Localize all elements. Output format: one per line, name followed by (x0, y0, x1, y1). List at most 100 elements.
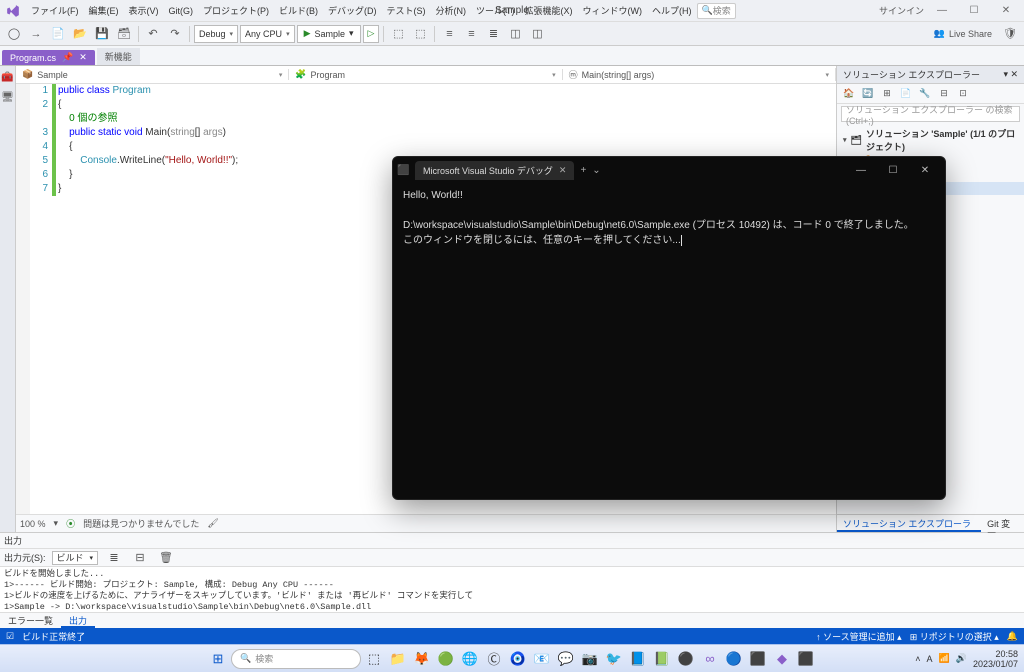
menu-edit[interactable]: 編集(E) (84, 4, 124, 17)
tab-error-list[interactable]: エラー一覧 (0, 613, 61, 628)
save-all-button[interactable]: 🗃 (114, 24, 134, 44)
crumb-project[interactable]: 📦 Sample (16, 69, 289, 80)
taskbar-app-4[interactable]: 🌐 (459, 648, 481, 670)
console-titlebar[interactable]: ⬛ Microsoft Visual Studio デバッグ ✕ + ⌄ — ☐… (393, 157, 945, 183)
taskbar-app-15[interactable]: 🔵 (723, 648, 745, 670)
taskbar-app-5[interactable]: Ⓒ (483, 648, 505, 670)
se-btn7[interactable]: ⊡ (955, 86, 971, 102)
toolbar-btn-1[interactable]: ⬚ (388, 24, 408, 44)
menu-view[interactable]: 表示(V) (124, 4, 164, 17)
toolbar-btn-2[interactable]: ⬚ (410, 24, 430, 44)
taskbar-app-1[interactable]: 📁 (387, 648, 409, 670)
menu-git[interactable]: Git(G) (164, 6, 199, 16)
start-button[interactable]: ⊞ (207, 648, 229, 670)
tray-chevron-icon[interactable]: ˄ (915, 654, 920, 664)
crumb-class[interactable]: 🧩 Program (289, 69, 562, 80)
console-body[interactable]: Hello, World!! D:\workspace\visualstudio… (393, 183, 945, 499)
taskbar-search[interactable]: 🔍 検索 (231, 649, 361, 669)
config-combo[interactable]: Debug (194, 25, 238, 43)
console-close[interactable]: ✕ (909, 159, 941, 181)
menu-search[interactable]: 🔍 検索 (697, 3, 736, 19)
toolbar-btn-6[interactable]: ◫ (505, 24, 525, 44)
toolbar-btn-3[interactable]: ≡ (439, 24, 459, 44)
se-sync-button[interactable]: 🔄 (860, 86, 876, 102)
toolbox-button[interactable]: 🧰 (1, 70, 15, 84)
window-minimize[interactable]: — (928, 2, 956, 20)
taskbar-app-3[interactable]: 🟢 (435, 648, 457, 670)
se-btn6[interactable]: ⊟ (936, 86, 952, 102)
output-btn2[interactable]: ⊟ (130, 548, 150, 568)
taskbar-app-8[interactable]: 💬 (555, 648, 577, 670)
taskbar-app-18[interactable]: ⬛ (795, 648, 817, 670)
output-btn1[interactable]: ≣ (104, 548, 124, 568)
solution-search[interactable]: ソリューション エクスプローラー の検索 (Ctrl+;) (841, 106, 1020, 122)
crumb-method[interactable]: ⓜ Main(string[] args) (563, 68, 836, 81)
undo-button[interactable]: ↶ (143, 24, 163, 44)
toolbar-btn-7[interactable]: ◫ (527, 24, 547, 44)
server-explorer-button[interactable]: 🖥 (1, 90, 15, 104)
live-share-button[interactable]: 👥 Live Share (934, 28, 992, 39)
tray-volume-icon[interactable]: 🔊 (956, 653, 967, 664)
taskbar-app-11[interactable]: 📘 (627, 648, 649, 670)
nav-back-button[interactable]: ◯ (4, 24, 24, 44)
tab-git-changes[interactable]: Git 変更 (981, 515, 1024, 532)
window-maximize[interactable]: ☐ (960, 2, 988, 20)
se-btn5[interactable]: 🔧 (917, 86, 933, 102)
nav-fwd-button[interactable]: → (26, 24, 46, 44)
console-tab-close[interactable]: ✕ (559, 165, 567, 176)
taskbar-app-13[interactable]: ⚫ (675, 648, 697, 670)
menu-build[interactable]: ビルド(B) (274, 4, 323, 17)
taskbar-app-10[interactable]: 🐦 (603, 648, 625, 670)
window-close[interactable]: ✕ (992, 2, 1020, 20)
console-maximize[interactable]: ☐ (877, 159, 909, 181)
pin-icon[interactable]: 📌 (62, 52, 73, 63)
menu-file[interactable]: ファイル(F) (26, 4, 84, 17)
se-btn4[interactable]: 📄 (898, 86, 914, 102)
console-tab-menu[interactable]: ⌄ (592, 165, 600, 176)
run-button[interactable]: ▶Sample ▾ (297, 25, 361, 43)
taskbar-app-7[interactable]: 📧 (531, 648, 553, 670)
tree-solution-root[interactable]: ▾🗂 ソリューション 'Sample' (1/1 のプロジェクト) (837, 126, 1024, 154)
add-source-control[interactable]: ↑ ソース管理に追加 ▴ (816, 630, 902, 643)
open-button[interactable]: 📂 (70, 24, 90, 44)
menu-window[interactable]: ウィンドウ(W) (578, 4, 648, 17)
save-button[interactable]: 💾 (92, 24, 112, 44)
output-clear-button[interactable]: 🗑 (156, 548, 176, 568)
task-view-button[interactable]: ⬚ (363, 648, 385, 670)
platform-combo[interactable]: Any CPU (240, 25, 295, 43)
taskbar-app-14[interactable]: ∞ (699, 648, 721, 670)
se-home-button[interactable]: 🏠 (841, 86, 857, 102)
toolbar-btn-5[interactable]: ≣ (483, 24, 503, 44)
taskbar-app-17[interactable]: ◆ (771, 648, 793, 670)
zoom-combo[interactable]: 100 % (20, 519, 46, 529)
tray-ime-icon[interactable]: A (927, 654, 933, 664)
console-tab[interactable]: Microsoft Visual Studio デバッグ ✕ (415, 161, 574, 180)
tray-time[interactable]: 20:58 (973, 649, 1018, 659)
menu-project[interactable]: プロジェクト(P) (198, 4, 274, 17)
notification-bell-icon[interactable]: 🔔 (1007, 631, 1018, 642)
tab-program-cs[interactable]: Program.cs 📌 ✕ (2, 50, 95, 65)
breakpoint-gutter[interactable] (16, 84, 30, 514)
taskbar-app-9[interactable]: 📷 (579, 648, 601, 670)
toolbar-btn-4[interactable]: ≡ (461, 24, 481, 44)
menu-help[interactable]: ヘルプ(H) (647, 4, 697, 17)
taskbar-app-16[interactable]: ⬛ (747, 648, 769, 670)
close-tab-button[interactable]: ✕ (79, 52, 87, 63)
se-btn3[interactable]: ⊞ (879, 86, 895, 102)
new-file-button[interactable]: 📄 (48, 24, 68, 44)
signin-link[interactable]: サインイン (879, 4, 924, 17)
tab-output[interactable]: 出力 (61, 613, 95, 628)
tray-date[interactable]: 2023/01/07 (973, 659, 1018, 669)
taskbar-app-12[interactable]: 📗 (651, 648, 673, 670)
console-minimize[interactable]: — (845, 159, 877, 181)
taskbar-app-2[interactable]: 🦊 (411, 648, 433, 670)
tab-whatsnew[interactable]: 新機能 (97, 48, 140, 65)
repo-select[interactable]: ⊞ リポジトリの選択 ▴ (910, 630, 999, 643)
menu-test[interactable]: テスト(S) (382, 4, 431, 17)
menu-analyze[interactable]: 分析(N) (431, 4, 472, 17)
output-text[interactable]: ビルドを開始しました... 1>------ ビルド開始: プロジェクト: Sa… (0, 567, 1024, 612)
run-no-debug-button[interactable]: ▷ (363, 25, 380, 43)
tray-network-icon[interactable]: 📶 (939, 653, 950, 664)
redo-button[interactable]: ↷ (165, 24, 185, 44)
taskbar-app-6[interactable]: 🧿 (507, 648, 529, 670)
